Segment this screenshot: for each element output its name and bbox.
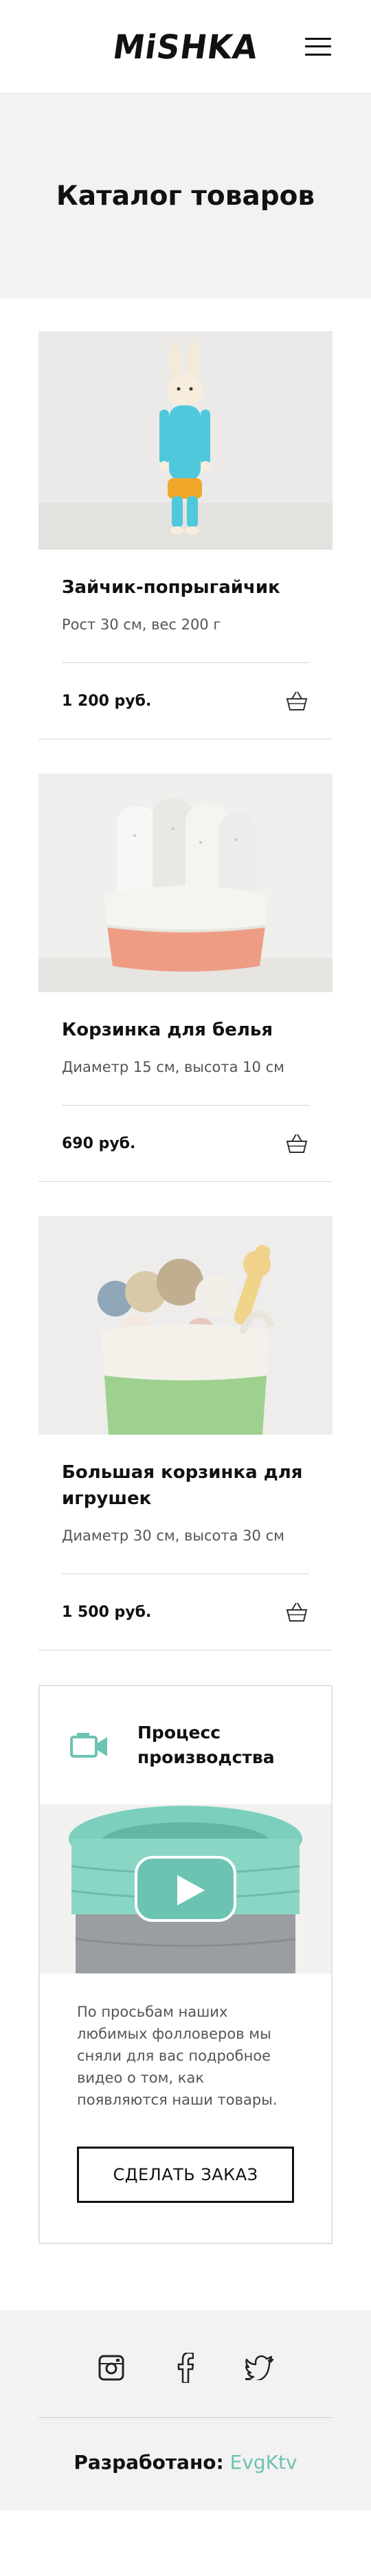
product-price: 1 200 руб. [62, 692, 152, 710]
video-description: По просьбам наших любимых фолловеров мы … [77, 2004, 278, 2108]
product-description: Диаметр 30 см, высота 30 см [62, 1527, 284, 1544]
production-video-block: Процесс производства По просьбам наших л… [38, 1685, 333, 2244]
product-description: Рост 30 см, вес 200 г [62, 616, 221, 633]
product-price: 690 руб. [62, 1134, 136, 1152]
site-header: MiSHKA [0, 0, 371, 93]
product-name[interactable]: Зайчик-попрыгайчик [62, 574, 309, 601]
product-name[interactable]: Большая корзинка для игрушек [62, 1459, 309, 1512]
basket-icon[interactable] [284, 1132, 309, 1155]
divider [38, 2417, 333, 2418]
toy-basket-photo[interactable] [38, 1216, 333, 1435]
crochet-basket-photo[interactable] [40, 1804, 331, 1973]
product-card: Большая корзинка для игрушек Диаметр 30 … [38, 1216, 333, 1650]
order-button[interactable]: СДЕЛАТЬ ЗАКАЗ [77, 2147, 294, 2203]
developer-link[interactable]: EvgKtv [230, 2451, 297, 2474]
basket-icon[interactable] [284, 689, 309, 713]
product-card: Зайчик-попрыгайчик Рост 30 см, вес 200 г… [38, 331, 333, 739]
video-camera-icon [70, 1733, 107, 1758]
page-title: Каталог товаров [56, 180, 315, 212]
hamburger-icon [305, 37, 331, 40]
instagram-icon[interactable] [96, 2353, 126, 2383]
site-logo[interactable]: MiSHKA [111, 27, 260, 66]
video-title: Процесс производства [137, 1723, 275, 1767]
social-links [0, 2347, 371, 2388]
facebook-icon[interactable] [170, 2353, 201, 2383]
play-icon[interactable] [135, 1856, 236, 1922]
site-footer: Разработано: EvgKtv [0, 2310, 371, 2510]
developer-credit: Разработано: EvgKtv [0, 2451, 371, 2474]
product-card: Корзинка для белья Диаметр 15 см, высота… [38, 774, 333, 1182]
knitted-bunny-photo[interactable] [38, 331, 333, 550]
product-description: Диаметр 15 см, высота 10 см [62, 1059, 284, 1075]
product-catalog: Зайчик-попрыгайчик Рост 30 см, вес 200 г… [0, 298, 371, 2244]
menu-button[interactable] [305, 37, 331, 56]
developer-label: Разработано: [74, 2451, 224, 2474]
basket-icon[interactable] [284, 1600, 309, 1624]
title-band: Каталог товаров [0, 93, 371, 298]
product-price: 1 500 руб. [62, 1603, 152, 1621]
twitter-icon[interactable] [245, 2353, 275, 2383]
laundry-basket-photo[interactable] [38, 774, 333, 992]
product-name[interactable]: Корзинка для белья [62, 1017, 309, 1043]
